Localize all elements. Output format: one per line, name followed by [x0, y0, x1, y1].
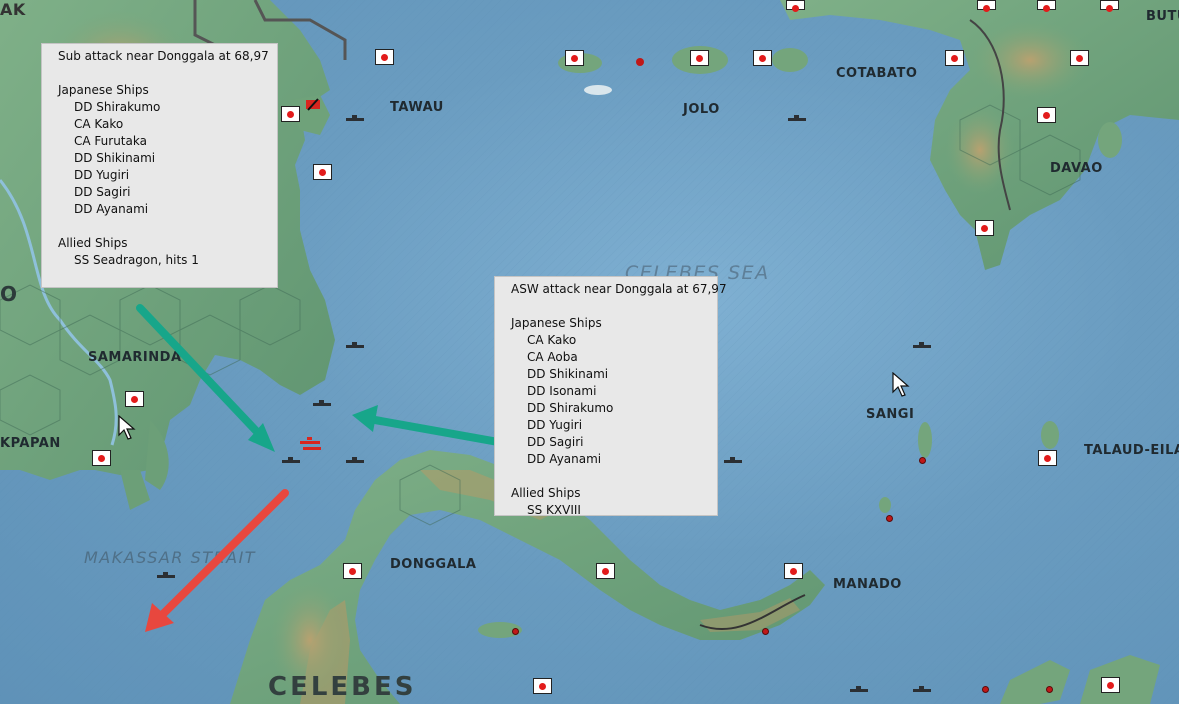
ship-entry: DD Yugiri — [74, 168, 130, 182]
asw-attack-report-popup: ASW attack near Donggala at 67,97 Japane… — [494, 276, 727, 517]
ship-entry: SS Seadragon, hits 1 — [74, 253, 199, 267]
ship-entry: DD Sagiri — [74, 185, 131, 199]
mouse-cursor-icon — [892, 372, 910, 397]
ship-entry: DD Sagiri — [527, 435, 584, 449]
ship-entry: CA Kako — [74, 117, 124, 131]
sub-attack-report-popup: Sub attack near Donggala at 68,97 Japane… — [41, 43, 278, 288]
ship-entry: CA Aoba — [527, 350, 578, 364]
ship-entry: DD Shikinami — [74, 151, 156, 165]
ship-entry: SS KXVIII — [527, 503, 581, 517]
green-arrow-left — [352, 405, 519, 449]
popup-title: ASW attack near Donggala at 67,97 — [511, 282, 727, 296]
allied-ships-header: Allied Ships — [58, 236, 128, 250]
mouse-cursor-icon — [118, 415, 136, 440]
red-arrow — [145, 489, 289, 632]
ship-entry: DD Shikinami — [527, 367, 609, 381]
japanese-ships-header: Japanese Ships — [511, 316, 602, 330]
ship-entry: CA Furutaka — [74, 134, 147, 148]
ship-entry: CA Kako — [527, 333, 577, 347]
ship-entry: DD Ayanami — [74, 202, 149, 216]
ship-entry: DD Ayanami — [527, 452, 602, 466]
ship-entry: DD Isonami — [527, 384, 597, 398]
ship-entry: DD Yugiri — [527, 418, 583, 432]
allied-ships-header: Allied Ships — [511, 486, 581, 500]
ship-entry: DD Shirakumo — [527, 401, 614, 415]
green-arrow-down — [136, 304, 275, 452]
ship-entry: DD Shirakumo — [74, 100, 161, 114]
game-map[interactable]: CELEBES SEA MAKASSAR STRAIT CELEBES TAWA… — [0, 0, 1179, 704]
popup-title: Sub attack near Donggala at 68,97 — [58, 49, 269, 63]
japanese-ships-header: Japanese Ships — [58, 83, 149, 97]
